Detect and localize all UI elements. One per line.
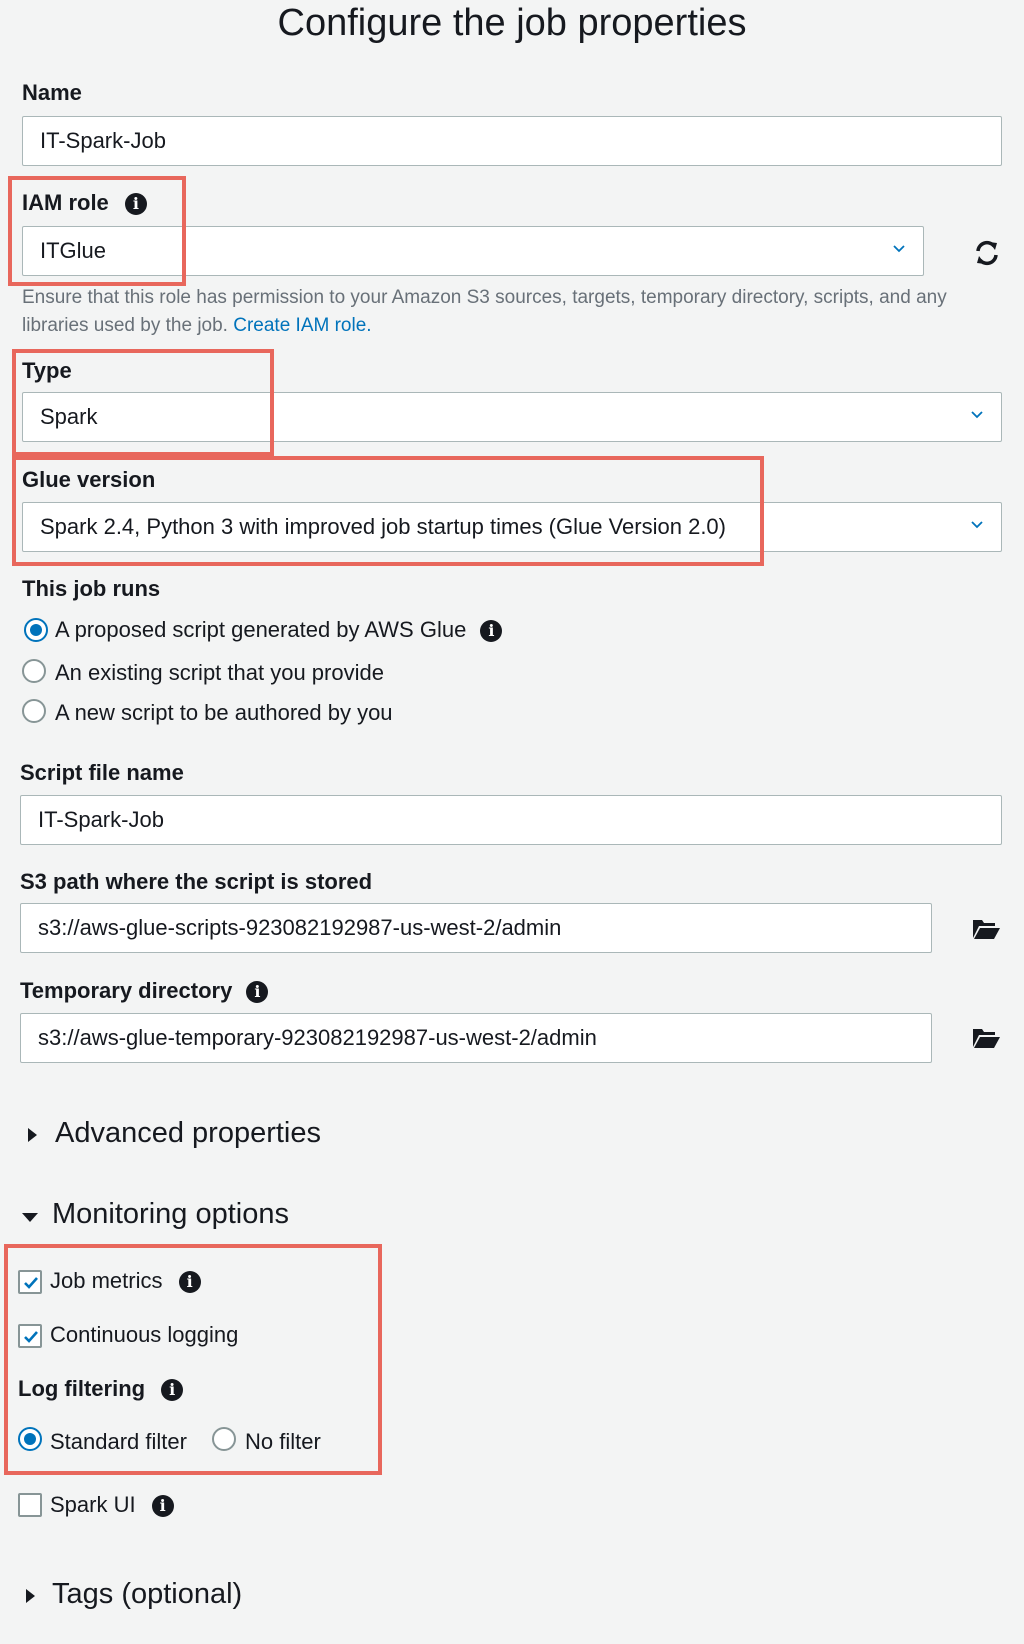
advanced-properties-toggle[interactable]: Advanced properties bbox=[55, 1117, 321, 1150]
job-runs-label: This job runs bbox=[22, 576, 161, 601]
temp-dir-label-text: Temporary directory bbox=[20, 978, 233, 1003]
spark-ui-text: Spark UI bbox=[50, 1492, 136, 1517]
radio-new-script-label: A new script to be authored by you bbox=[55, 700, 393, 725]
radio-proposed-script-label: A proposed script generated by AWS Glue … bbox=[55, 617, 503, 643]
s3-path-value: s3://aws-glue-scripts-923082192987-us-we… bbox=[38, 915, 562, 940]
script-file-name-label: Script file name bbox=[20, 760, 184, 785]
info-icon[interactable]: i bbox=[480, 620, 503, 643]
caret-right-icon[interactable] bbox=[26, 1589, 35, 1603]
temp-dir-input[interactable]: s3://aws-glue-temporary-923082192987-us-… bbox=[20, 1013, 932, 1063]
info-icon[interactable]: i bbox=[246, 981, 269, 1004]
highlight-box-type bbox=[12, 349, 274, 456]
radio-existing-script[interactable] bbox=[22, 659, 46, 683]
create-iam-role-link[interactable]: Create IAM role. bbox=[233, 315, 371, 336]
iam-role-help: Ensure that this role has permission to … bbox=[22, 284, 997, 340]
script-file-name-value: IT-Spark-Job bbox=[38, 807, 164, 832]
refresh-icon[interactable] bbox=[972, 238, 1002, 268]
spark-ui-label: Spark UI i bbox=[50, 1492, 174, 1518]
chevron-down-icon bbox=[971, 411, 983, 419]
chevron-down-icon bbox=[893, 245, 905, 253]
script-file-name-input[interactable]: IT-Spark-Job bbox=[20, 795, 1002, 845]
chevron-down-icon bbox=[971, 521, 983, 529]
iam-role-help-text: Ensure that this role has permission to … bbox=[22, 287, 947, 336]
info-icon[interactable]: i bbox=[151, 1495, 174, 1518]
caret-right-icon[interactable] bbox=[28, 1128, 37, 1142]
s3-path-input[interactable]: s3://aws-glue-scripts-923082192987-us-we… bbox=[20, 903, 932, 953]
radio-proposed-script-text: A proposed script generated by AWS Glue bbox=[55, 617, 467, 642]
radio-new-script[interactable] bbox=[22, 699, 46, 723]
name-input[interactable]: IT-Spark-Job bbox=[22, 116, 1002, 166]
highlight-box-monitoring bbox=[4, 1244, 382, 1475]
radio-proposed-script[interactable] bbox=[24, 618, 48, 642]
radio-existing-script-label: An existing script that you provide bbox=[55, 660, 384, 685]
monitoring-options-toggle[interactable]: Monitoring options bbox=[52, 1198, 289, 1231]
name-input-value: IT-Spark-Job bbox=[40, 128, 166, 153]
highlight-box-glue-version bbox=[12, 456, 764, 566]
folder-open-icon[interactable] bbox=[971, 914, 1001, 944]
name-label: Name bbox=[22, 80, 82, 105]
s3-path-label: S3 path where the script is stored bbox=[20, 869, 373, 894]
tags-toggle[interactable]: Tags (optional) bbox=[52, 1578, 242, 1611]
temp-dir-label: Temporary directory i bbox=[20, 978, 269, 1004]
highlight-box-iam-role bbox=[8, 176, 186, 286]
spark-ui-checkbox[interactable] bbox=[18, 1493, 42, 1517]
page-title: Configure the job properties bbox=[277, 2, 747, 44]
folder-open-icon[interactable] bbox=[971, 1023, 1001, 1053]
temp-dir-value: s3://aws-glue-temporary-923082192987-us-… bbox=[38, 1025, 597, 1050]
caret-down-icon[interactable] bbox=[22, 1213, 38, 1222]
